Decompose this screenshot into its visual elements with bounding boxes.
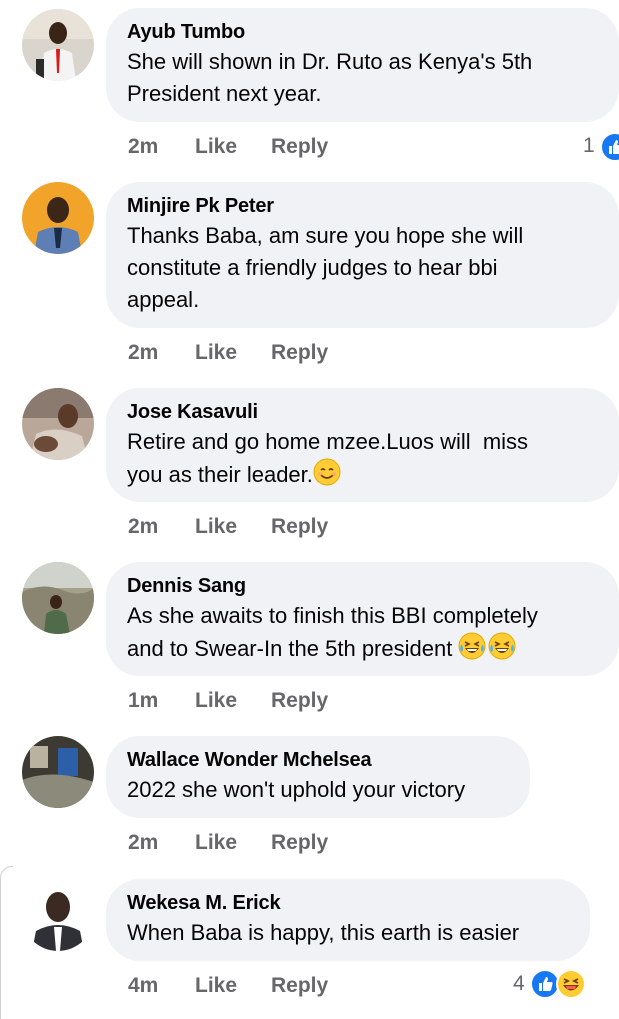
comment-bubble: Wekesa M. Erick When Baba is happy, this… (106, 879, 590, 961)
reply-button[interactable]: Reply (271, 132, 328, 162)
comment-author[interactable]: Wallace Wonder Mchelsea (127, 748, 508, 772)
avatar[interactable] (22, 562, 94, 634)
comment-text: Thanks Baba, am sure you hope she will c… (127, 223, 524, 312)
comment-bubble: Minjire Pk Peter Thanks Baba, am sure yo… (106, 182, 619, 328)
laughing-tears-emoji-icon (488, 632, 516, 660)
like-button[interactable]: Like (195, 971, 237, 1001)
comment-bubble: Dennis Sang As she awaits to finish this… (106, 562, 619, 676)
reaction-count: 4 (513, 972, 525, 995)
comment-bubble: Ayub Tumbo She will shown in Dr. Ruto as… (106, 8, 619, 122)
reaction-count: 1 (583, 134, 595, 157)
avatar[interactable] (22, 9, 94, 81)
laughing-tears-emoji-icon (458, 632, 486, 660)
smiling-face-emoji-icon (313, 458, 341, 486)
comment-time[interactable]: 2m (128, 512, 158, 542)
comment-author[interactable]: Dennis Sang (127, 574, 597, 598)
avatar[interactable] (22, 879, 94, 951)
comment-text: When Baba is happy, this earth is easier (127, 920, 520, 945)
comment-bubble: Wallace Wonder Mchelsea 2022 she won't u… (106, 736, 530, 818)
like-button[interactable]: Like (195, 132, 237, 162)
comment-author[interactable]: Ayub Tumbo (127, 20, 597, 44)
reply-button[interactable]: Reply (271, 512, 328, 542)
avatar[interactable] (22, 388, 94, 460)
thread-line (0, 866, 13, 1019)
reaction-summary[interactable]: 4 (513, 969, 593, 999)
like-button[interactable]: Like (195, 512, 237, 542)
reply-button[interactable]: Reply (271, 338, 328, 368)
like-button[interactable]: Like (195, 338, 237, 368)
comment-time[interactable]: 2m (128, 828, 158, 858)
comment-author[interactable]: Jose Kasavuli (127, 400, 597, 424)
comment-author[interactable]: Minjire Pk Peter (127, 194, 597, 218)
comment-time[interactable]: 1m (128, 686, 158, 716)
like-reaction-icon (600, 132, 619, 162)
haha-reaction-icon (556, 969, 586, 999)
comment-text: She will shown in Dr. Ruto as Kenya's 5t… (127, 49, 533, 106)
reaction-summary[interactable]: 1 (583, 131, 619, 162)
comment-author[interactable]: Wekesa M. Erick (127, 891, 568, 915)
comment-text: 2022 she won't uphold your victory (127, 777, 466, 802)
avatar[interactable] (22, 736, 94, 808)
comment-time[interactable]: 2m (128, 132, 158, 162)
comment-time[interactable]: 2m (128, 338, 158, 368)
reply-button[interactable]: Reply (271, 828, 328, 858)
reply-button[interactable]: Reply (271, 686, 328, 716)
comment-bubble: Jose Kasavuli Retire and go home mzee.Lu… (106, 388, 619, 502)
avatar[interactable] (22, 182, 94, 254)
comment-text: As she awaits to finish this BBI complet… (127, 600, 597, 665)
comment-time[interactable]: 4m (128, 971, 158, 1001)
comment-text: Retire and go home mzee.Luos will miss y… (127, 426, 597, 491)
like-button[interactable]: Like (195, 828, 237, 858)
reply-button[interactable]: Reply (271, 971, 328, 1001)
like-button[interactable]: Like (195, 686, 237, 716)
